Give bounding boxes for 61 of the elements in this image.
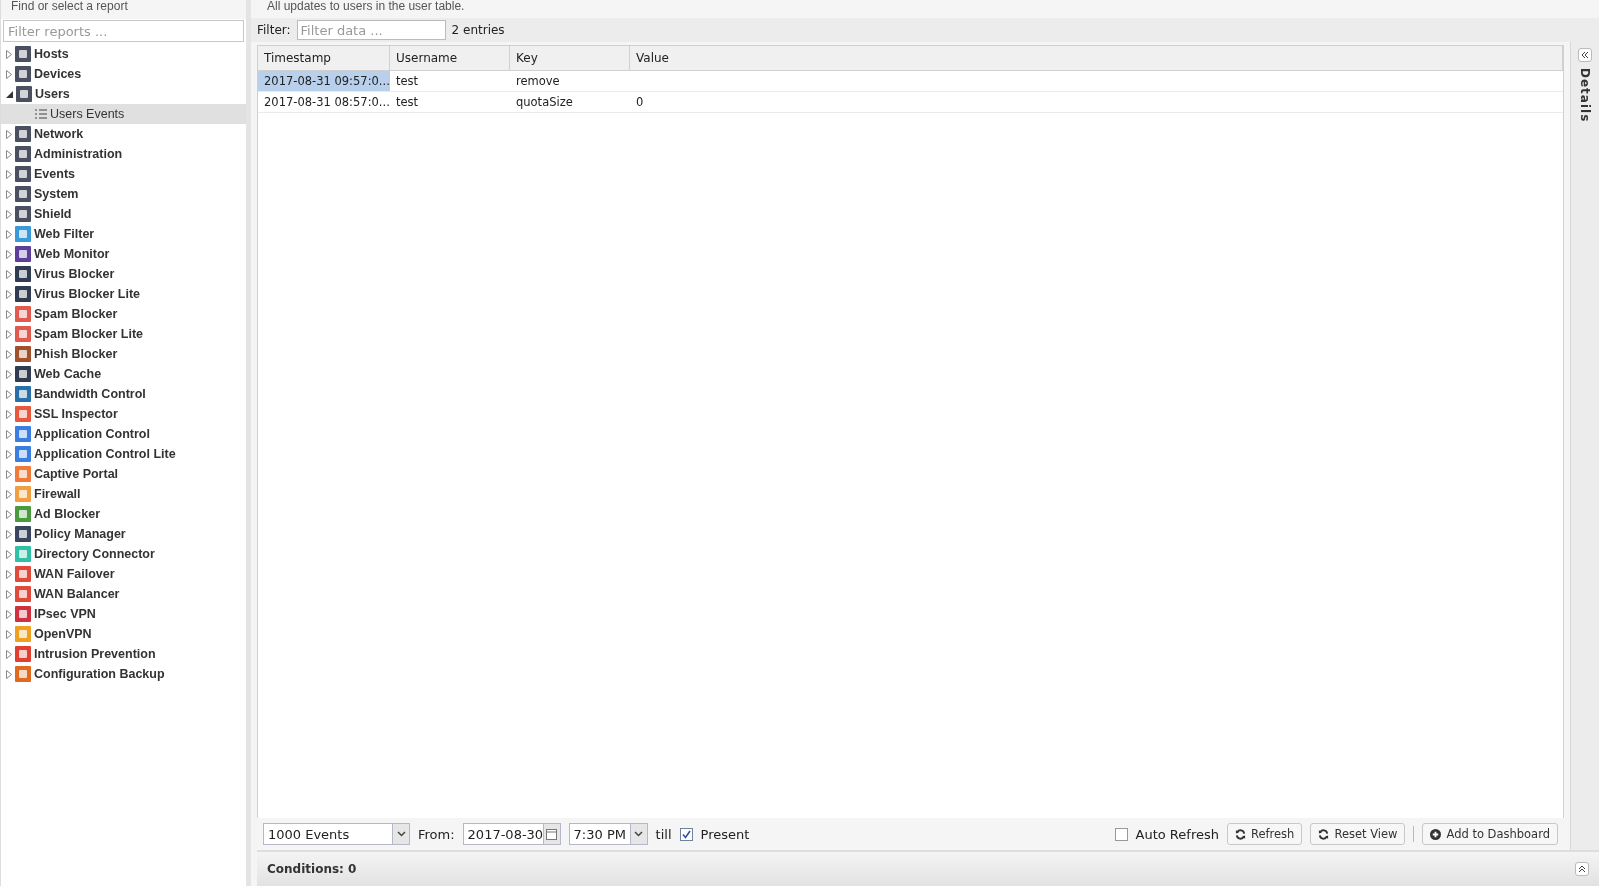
till-label: till xyxy=(655,826,672,842)
table-cell[interactable]: test xyxy=(390,71,510,91)
table-cell[interactable]: 2017-08-31 09:57:0... xyxy=(258,71,390,91)
tree-item[interactable]: Web Filter xyxy=(1,224,246,244)
tree-item[interactable]: Spam Blocker xyxy=(1,304,246,324)
tree-item[interactable]: SSL Inspector xyxy=(1,404,246,424)
tree-item[interactable]: Bandwidth Control xyxy=(1,384,246,404)
tree-item[interactable]: Web Monitor xyxy=(1,244,246,264)
entries-count: 2 entries xyxy=(451,23,505,37)
tree-item[interactable]: Shield xyxy=(1,204,246,224)
column-header[interactable]: Username xyxy=(390,46,510,70)
table-cell[interactable]: 2017-08-31 08:57:0... xyxy=(258,92,390,112)
tree-item[interactable]: Policy Manager xyxy=(1,524,246,544)
tree-item[interactable]: Directory Connector xyxy=(1,544,246,564)
tree-item[interactable]: Network xyxy=(1,124,246,144)
tree-item[interactable]: Devices xyxy=(1,64,246,84)
column-header[interactable]: Key xyxy=(510,46,630,70)
column-header[interactable]: Timestamp xyxy=(258,46,390,70)
tree-item[interactable]: Captive Portal xyxy=(1,464,246,484)
table-cell[interactable]: test xyxy=(390,92,510,112)
tree-item[interactable]: Virus Blocker Lite xyxy=(1,284,246,304)
tree-item[interactable]: Administration xyxy=(1,144,246,164)
event-limit-dropdown[interactable]: 1000 Events xyxy=(263,823,410,845)
report-description: All updates to users in the user table. xyxy=(266,0,466,15)
present-label: Present xyxy=(700,826,750,842)
conditions-label: Conditions: 0 xyxy=(267,862,357,876)
date-field[interactable]: 2017-08-30 xyxy=(462,823,561,845)
from-label: From: xyxy=(418,826,455,842)
tree-item[interactable]: Virus Blocker xyxy=(1,264,246,284)
tree-item[interactable]: Web Cache xyxy=(1,364,246,384)
filter-label: Filter: xyxy=(257,23,291,37)
table-cell[interactable]: quotaSize xyxy=(510,92,630,112)
table-cell[interactable]: 0 xyxy=(630,92,1563,112)
tree-item[interactable]: WAN Balancer xyxy=(1,584,246,604)
toolbar-button[interactable]: Refresh xyxy=(1226,823,1303,845)
tree-item[interactable]: Hosts xyxy=(1,44,246,64)
details-title: Details xyxy=(1578,68,1592,123)
column-header[interactable]: Value xyxy=(630,46,1563,70)
time-dropdown[interactable]: 7:30 PM xyxy=(568,823,648,845)
tree-item[interactable]: Configuration Backup xyxy=(1,664,246,684)
sidebar-title: Find or select a report xyxy=(1,0,246,19)
tree-item[interactable]: Events xyxy=(1,164,246,184)
tree-item[interactable]: Firewall xyxy=(1,484,246,504)
toolbar-button[interactable]: Reset View xyxy=(1310,823,1406,845)
tree-item[interactable]: Spam Blocker Lite xyxy=(1,324,246,344)
tree-item[interactable]: Intrusion Prevention xyxy=(1,644,246,664)
tree-item[interactable]: Ad Blocker xyxy=(1,504,246,524)
add-to-dashboard-button[interactable]: Add to Dashboard xyxy=(1422,823,1558,845)
tree-item[interactable]: System xyxy=(1,184,246,204)
tree-item[interactable]: Application Control Lite xyxy=(1,444,246,464)
tree-item[interactable]: OpenVPN xyxy=(1,624,246,644)
tree-item[interactable]: Users Events xyxy=(1,104,246,124)
tree-item[interactable]: Application Control xyxy=(1,424,246,444)
tree-item[interactable]: WAN Failover xyxy=(1,564,246,584)
tree-item[interactable]: Phish Blocker xyxy=(1,344,246,364)
table-cell[interactable]: remove xyxy=(510,71,630,91)
filter-data-field[interactable]: Filter data ... xyxy=(296,20,446,40)
tree-item[interactable]: Users xyxy=(1,84,246,104)
tree-item[interactable]: IPsec VPN xyxy=(1,604,246,624)
filter-reports-field[interactable]: Filter reports ... xyxy=(3,20,244,42)
auto-refresh-label: Auto Refresh xyxy=(1135,826,1219,842)
